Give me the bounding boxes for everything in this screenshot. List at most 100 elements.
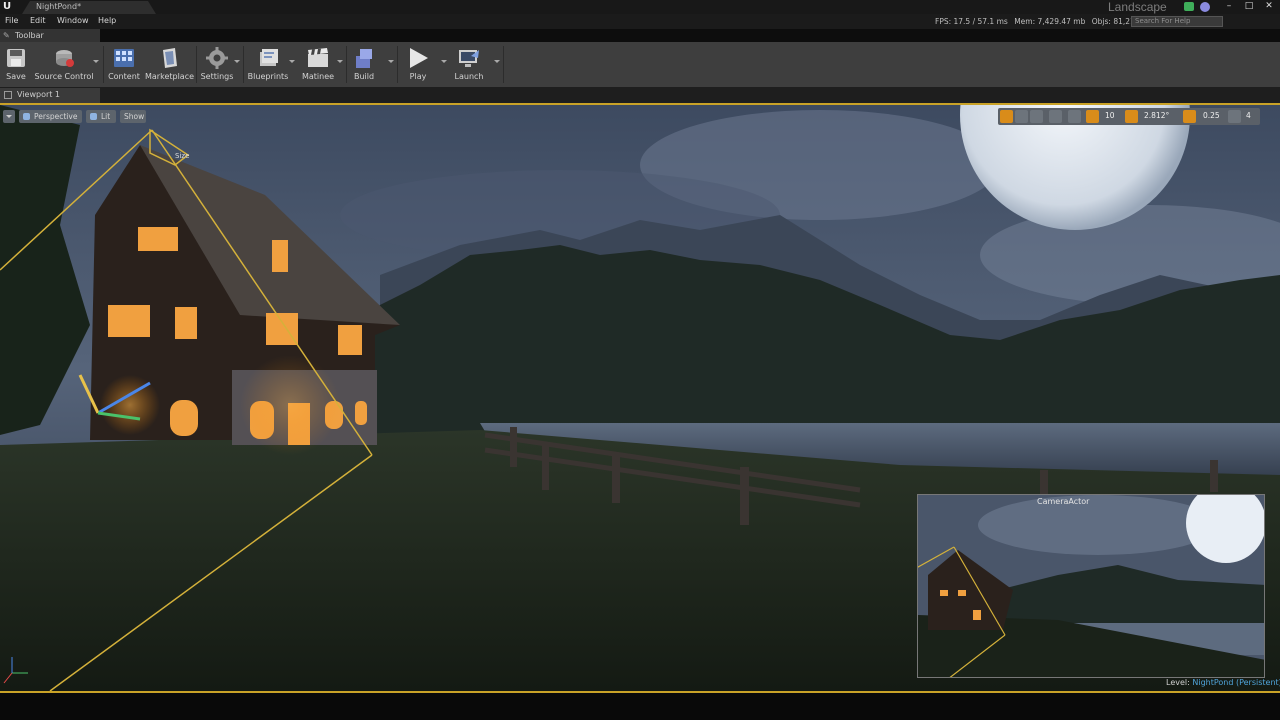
lit-button[interactable]: Lit (86, 110, 116, 123)
viewport-icon (4, 91, 12, 99)
settings-icon (206, 47, 228, 69)
menu-window[interactable]: Window (57, 16, 89, 25)
content-button[interactable]: Content (106, 42, 142, 87)
save-icon (7, 49, 25, 67)
document-tab[interactable]: NightPond* (22, 1, 156, 14)
source-control-dropdown[interactable] (93, 60, 99, 63)
marketplace-label: Marketplace (145, 72, 195, 81)
mem-stat: Mem: 7,429.47 mb (1014, 17, 1086, 26)
settings-button[interactable]: Settings (199, 42, 235, 87)
save-button[interactable]: Save (2, 42, 30, 87)
fps-stat: FPS: 17.5 / 57.1 ms (935, 17, 1008, 26)
matinee-button[interactable]: Matinee (298, 42, 338, 87)
toolbar-separator (503, 46, 504, 83)
close-button[interactable]: ✕ (1262, 0, 1276, 12)
perspective-button[interactable]: Perspective (19, 110, 82, 123)
menu-file[interactable]: File (5, 16, 18, 25)
play-label: Play (409, 72, 427, 81)
help-search-input[interactable]: Search For Help (1131, 16, 1223, 27)
camera-speed-value[interactable]: 4 (1246, 111, 1251, 120)
camera-speed-icon[interactable] (1228, 110, 1241, 123)
settings-label: Settings (200, 72, 234, 81)
launch-button[interactable]: Launch (452, 42, 486, 87)
camera-preview-label: CameraActor (1037, 497, 1090, 506)
blueprints-button[interactable]: Blueprints (246, 42, 290, 87)
grid-snap-value[interactable]: 10 (1105, 111, 1115, 120)
build-dropdown[interactable] (388, 60, 394, 63)
world-space-icon[interactable] (1049, 110, 1062, 123)
save-label: Save (6, 72, 26, 81)
rotation-snap-value[interactable]: 2.812° (1144, 111, 1169, 120)
unreal-logo-icon: U (3, 1, 12, 12)
size-label: Size (175, 152, 190, 160)
build-button[interactable]: Build (349, 42, 379, 87)
toolbar-separator (196, 46, 197, 83)
perspective-icon (23, 113, 30, 120)
launch-icon (459, 50, 479, 67)
launch-label: Launch (454, 72, 484, 81)
scale-snap-icon[interactable] (1183, 110, 1196, 123)
bottom-bar (0, 693, 1280, 720)
settings-dropdown[interactable] (234, 60, 240, 63)
viewport-tab[interactable]: Viewport 1 (0, 88, 100, 103)
title-bar (0, 0, 1280, 14)
wrench-icon: ✎ (3, 31, 10, 40)
build-label: Build (353, 72, 375, 81)
matinee-icon (308, 48, 328, 67)
marketplace-button[interactable]: Marketplace (145, 42, 195, 87)
mode-label: Landscape (1108, 0, 1167, 14)
lit-label: Lit (101, 112, 111, 121)
matinee-label: Matinee (301, 72, 335, 81)
toolbar-separator (346, 46, 347, 83)
minimize-button[interactable]: – (1222, 0, 1236, 12)
grid-snap-icon[interactable] (1086, 110, 1099, 123)
viewport-options-button[interactable] (3, 110, 15, 123)
camera-preview (917, 494, 1265, 678)
source-control-button[interactable]: Source Control (34, 42, 94, 87)
launch-dropdown[interactable] (494, 60, 500, 63)
play-dropdown[interactable] (441, 60, 447, 63)
rotate-tool-icon[interactable] (1015, 110, 1028, 123)
viewport-transform-toolbar: 10 2.812° 0.25 4 (998, 108, 1260, 125)
menu-edit[interactable]: Edit (30, 16, 46, 25)
blueprints-dropdown[interactable] (289, 60, 295, 63)
build-icon (356, 49, 372, 68)
level-viewport[interactable]: Perspective Lit Show 10 2.812° 0.25 4 Si… (0, 103, 1280, 693)
content-icon (114, 49, 134, 67)
content-label: Content (108, 72, 140, 81)
play-icon (410, 48, 428, 68)
blueprints-label: Blueprints (247, 72, 289, 81)
level-prefix: Level: (1166, 678, 1190, 687)
maximize-button[interactable]: □ (1242, 0, 1256, 12)
scale-snap-value[interactable]: 0.25 (1203, 111, 1220, 120)
toolbar-separator (243, 46, 244, 83)
level-name: NightPond (Persistent) (1192, 678, 1280, 687)
translate-tool-icon[interactable] (1000, 110, 1013, 123)
menu-help[interactable]: Help (98, 16, 116, 25)
matinee-dropdown[interactable] (337, 60, 343, 63)
toolbar-separator (397, 46, 398, 83)
viewport-tab-label: Viewport 1 (17, 90, 61, 99)
performance-stats: FPS: 17.5 / 57.1 ms Mem: 7,429.47 mb Obj… (935, 17, 1144, 26)
scale-tool-icon[interactable] (1030, 110, 1043, 123)
lit-icon (90, 113, 97, 120)
show-label: Show (124, 112, 145, 121)
perspective-label: Perspective (34, 112, 78, 121)
source-control-icon (56, 50, 74, 67)
play-button[interactable]: Play (402, 42, 434, 87)
main-toolbar: Save Source Control Content Marketplace (0, 42, 1280, 88)
viewport-tab-strip (0, 87, 1280, 103)
show-button[interactable]: Show (120, 110, 146, 123)
toolbar-tab[interactable]: ✎ Toolbar (0, 29, 100, 42)
toolbar-separator (103, 46, 104, 83)
surface-snap-icon[interactable] (1068, 110, 1081, 123)
document-tab-label: NightPond* (36, 2, 82, 11)
rotation-snap-icon[interactable] (1125, 110, 1138, 123)
toolbar-tab-label: Toolbar (15, 31, 44, 40)
level-indicator: Level: NightPond (Persistent) (1166, 678, 1280, 687)
camera-preview-render (918, 495, 1264, 677)
user-icon[interactable] (1200, 2, 1210, 12)
notification-icon[interactable] (1184, 2, 1194, 11)
marketplace-icon (163, 48, 177, 68)
source-control-label: Source Control (34, 72, 94, 81)
